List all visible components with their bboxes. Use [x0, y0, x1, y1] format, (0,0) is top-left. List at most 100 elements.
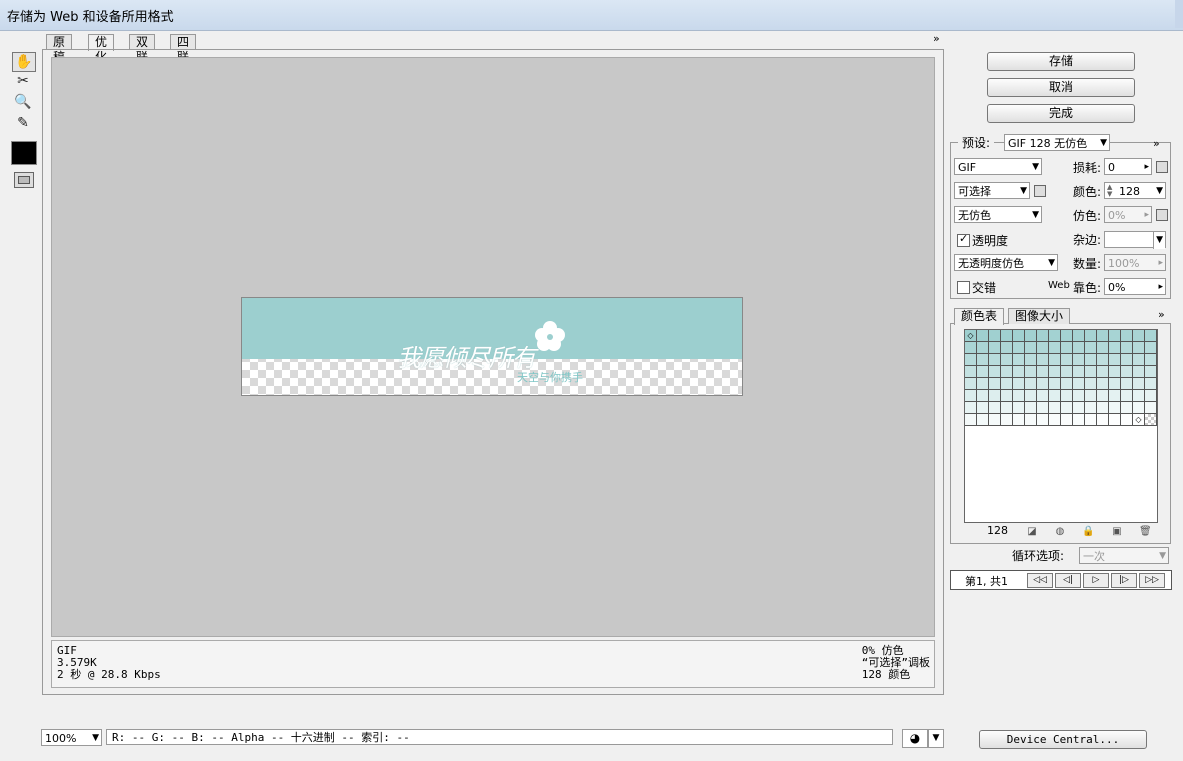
color-swatch[interactable] — [1037, 378, 1049, 390]
tab-original[interactable]: 原稿 — [46, 34, 73, 64]
color-swatch[interactable] — [1037, 366, 1049, 378]
color-swatch[interactable] — [1145, 354, 1157, 366]
color-swatch[interactable] — [1001, 330, 1013, 342]
color-swatch[interactable] — [965, 342, 977, 354]
color-swatch[interactable] — [1013, 390, 1025, 402]
color-swatch[interactable] — [977, 390, 989, 402]
color-swatch[interactable] — [1073, 402, 1085, 414]
color-swatch[interactable] — [1109, 414, 1121, 426]
color-swatch[interactable] — [1013, 414, 1025, 426]
transparency-checkbox[interactable] — [957, 232, 970, 247]
stepper-icon[interactable]: ▲ ▼ — [1107, 184, 1112, 198]
color-swatch[interactable] — [1145, 390, 1157, 402]
color-swatch[interactable] — [989, 402, 1001, 414]
color-swatch[interactable] — [1145, 402, 1157, 414]
color-swatch[interactable] — [1025, 390, 1037, 402]
color-swatch[interactable] — [1121, 366, 1133, 378]
tab-color-table[interactable]: 颜色表 — [954, 308, 1005, 325]
zoom-icon[interactable]: 🔍 — [12, 93, 34, 111]
tab-2up[interactable]: 双联 — [129, 34, 156, 64]
colors-field[interactable]: 128 ▼ — [1104, 182, 1166, 199]
color-swatch[interactable] — [1049, 342, 1061, 354]
color-swatch[interactable] — [1097, 414, 1109, 426]
color-swatch[interactable] — [977, 414, 989, 426]
color-swatch[interactable] — [1121, 402, 1133, 414]
tab-4up[interactable]: 四联 — [170, 34, 197, 64]
color-swatch[interactable] — [1085, 378, 1097, 390]
color-swatch[interactable] — [1025, 366, 1037, 378]
color-swatch[interactable] — [965, 414, 977, 426]
color-swatch[interactable] — [1061, 366, 1073, 378]
eyedropper-color-swatch[interactable] — [11, 141, 37, 165]
mask-icon[interactable] — [1156, 161, 1168, 173]
previous-frame-icon[interactable]: ◁| — [1055, 573, 1081, 588]
color-swatch[interactable] — [1001, 390, 1013, 402]
color-swatch[interactable] — [989, 366, 1001, 378]
color-swatch[interactable] — [1097, 342, 1109, 354]
color-swatch[interactable] — [1025, 330, 1037, 342]
color-swatch[interactable] — [1085, 330, 1097, 342]
color-table-grid[interactable]: ◇ ◇ — [964, 329, 1158, 523]
color-swatch[interactable] — [1109, 342, 1121, 354]
color-swatch[interactable] — [1037, 402, 1049, 414]
color-swatch[interactable] — [965, 390, 977, 402]
color-table-menu-icon[interactable]: » — [1158, 308, 1165, 321]
color-swatch[interactable] — [1133, 378, 1145, 390]
color-swatch[interactable] — [1097, 330, 1109, 342]
browser-preview-icon[interactable]: ◕ — [902, 729, 928, 748]
color-swatch[interactable] — [1121, 354, 1133, 366]
web-shift-icon[interactable]: ◍ — [1054, 526, 1066, 537]
color-swatch[interactable] — [1073, 342, 1085, 354]
color-swatch[interactable] — [1097, 366, 1109, 378]
zoom-select[interactable]: 100% ▼ — [41, 729, 102, 746]
color-swatch[interactable] — [1109, 378, 1121, 390]
color-swatch[interactable] — [1049, 330, 1061, 342]
color-swatch[interactable] — [1109, 390, 1121, 402]
color-swatch[interactable] — [1049, 378, 1061, 390]
lossy-field[interactable]: 0 ▸ — [1104, 158, 1152, 175]
color-swatch[interactable] — [1073, 378, 1085, 390]
color-swatch[interactable] — [1013, 378, 1025, 390]
color-swatch[interactable] — [1073, 330, 1085, 342]
first-frame-icon[interactable]: ◁◁ — [1027, 573, 1053, 588]
slice-select-icon[interactable]: ✂ — [12, 72, 34, 90]
color-swatch[interactable] — [1001, 402, 1013, 414]
color-swatch[interactable] — [1001, 342, 1013, 354]
color-swatch[interactable] — [1061, 330, 1073, 342]
save-button[interactable]: 存储 — [987, 52, 1135, 71]
color-swatch[interactable] — [965, 402, 977, 414]
lock-icon[interactable]: 🔒 — [1082, 526, 1094, 537]
color-swatch[interactable] — [1013, 366, 1025, 378]
color-swatch[interactable] — [1073, 366, 1085, 378]
color-swatch[interactable] — [989, 390, 1001, 402]
color-swatch[interactable] — [1001, 378, 1013, 390]
last-frame-icon[interactable]: ▷▷ — [1139, 573, 1165, 588]
play-icon[interactable]: ▷ — [1083, 573, 1109, 588]
done-button[interactable]: 完成 — [987, 104, 1135, 123]
color-swatch[interactable] — [1109, 366, 1121, 378]
color-swatch[interactable] — [1073, 414, 1085, 426]
cancel-button[interactable]: 取消 — [987, 78, 1135, 97]
color-swatch[interactable] — [965, 378, 977, 390]
color-swatch[interactable] — [1097, 402, 1109, 414]
color-swatch[interactable] — [1121, 378, 1133, 390]
color-swatch[interactable] — [1025, 354, 1037, 366]
color-swatch[interactable] — [1061, 342, 1073, 354]
color-swatch[interactable] — [1133, 390, 1145, 402]
format-select[interactable]: GIF ▼ — [954, 158, 1042, 175]
color-swatch[interactable] — [1013, 330, 1025, 342]
color-swatch[interactable] — [1037, 414, 1049, 426]
color-swatch[interactable] — [1037, 390, 1049, 402]
color-swatch[interactable] — [1049, 402, 1061, 414]
color-swatch[interactable] — [977, 354, 989, 366]
view-menu-icon[interactable]: » — [933, 32, 940, 45]
dither-algorithm-select[interactable]: 无仿色 ▼ — [954, 206, 1042, 223]
matte-select[interactable]: ▼ — [1104, 231, 1166, 249]
color-swatch[interactable] — [1097, 378, 1109, 390]
transparency-dither-select[interactable]: 无透明度仿色 ▼ — [954, 254, 1058, 271]
color-swatch[interactable] — [1049, 354, 1061, 366]
color-swatch[interactable] — [1001, 414, 1013, 426]
color-swatch[interactable] — [1085, 414, 1097, 426]
color-swatch[interactable] — [977, 342, 989, 354]
color-swatch[interactable] — [1013, 402, 1025, 414]
